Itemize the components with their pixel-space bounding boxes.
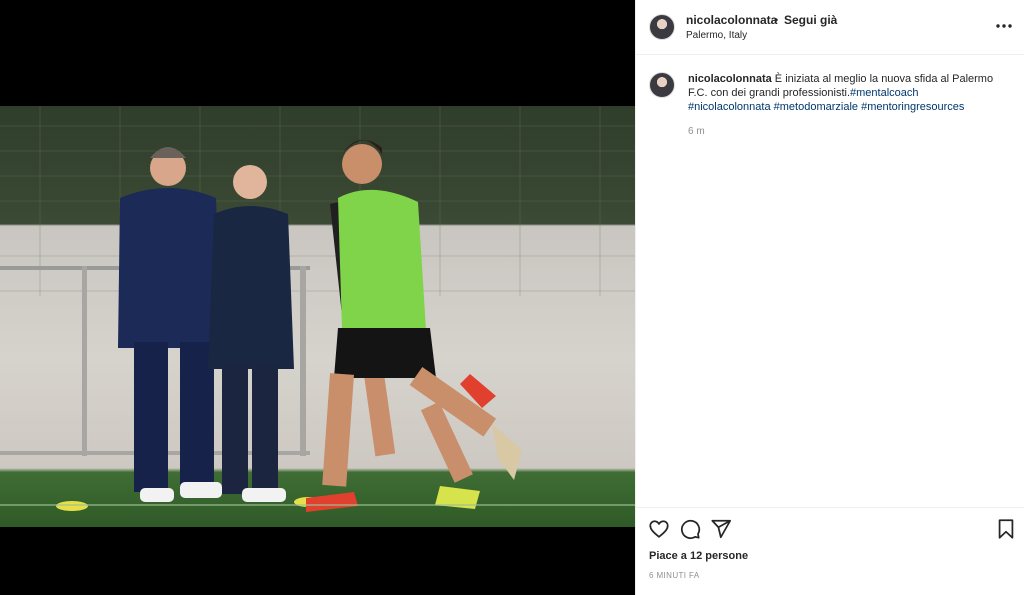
post-actions: Piace a 12 persone 6 MINUTI FA <box>636 507 1024 595</box>
following-button[interactable]: Segui già <box>784 13 837 27</box>
bookmark-icon[interactable] <box>995 518 1017 540</box>
hashtag-link[interactable]: #mentalcoach <box>850 87 919 99</box>
post-header: nicolacolonnata • Segui già Palermo, Ita… <box>636 0 1024 55</box>
caption-avatar[interactable] <box>649 72 675 98</box>
post-media[interactable] <box>0 0 635 595</box>
comment-icon[interactable] <box>679 518 701 540</box>
post-photo[interactable] <box>0 106 635 527</box>
username-link[interactable]: nicolacolonnata <box>686 13 777 27</box>
post-caption: nicolacolonnata È iniziata al meglio la … <box>688 72 1008 114</box>
training-photo-illustration <box>0 106 635 512</box>
separator-dot: • <box>774 13 779 27</box>
hashtag-link[interactable]: #metodomarziale <box>774 101 858 113</box>
likes-count[interactable]: Piace a 12 persone <box>649 550 748 562</box>
location-link[interactable]: Palermo, Italy <box>686 30 747 41</box>
share-icon[interactable] <box>710 518 732 540</box>
post-timestamp: 6 MINUTI FA <box>649 571 700 580</box>
post-sidebar: nicolacolonnata • Segui già Palermo, Ita… <box>635 0 1024 595</box>
avatar[interactable] <box>649 14 675 40</box>
hashtag-link[interactable]: #mentoringresources <box>861 101 964 113</box>
hashtag-link[interactable]: #nicolacolonnata <box>688 101 771 113</box>
caption-timestamp[interactable]: 6 m <box>688 126 705 137</box>
more-options-icon[interactable] <box>993 18 1015 34</box>
caption-username-link[interactable]: nicolacolonnata <box>688 73 772 85</box>
heart-icon[interactable] <box>648 518 670 540</box>
